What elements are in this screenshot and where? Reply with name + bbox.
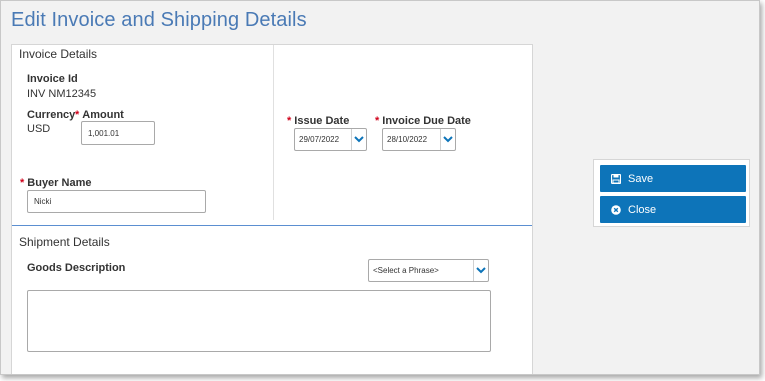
goods-description-textarea[interactable] xyxy=(27,290,491,352)
issue-date-value: 29/07/2022 xyxy=(299,135,340,144)
buyer-name-input[interactable]: Nicki xyxy=(27,190,206,213)
page-title: Edit Invoice and Shipping Details xyxy=(11,9,307,31)
close-circle-icon xyxy=(611,204,621,215)
amount-input[interactable]: 1,001.01 xyxy=(81,121,155,145)
floppy-disk-icon xyxy=(611,173,621,184)
buyer-name-label: * Buyer Name xyxy=(20,177,91,189)
app-window: Edit Invoice and Shipping Details Invoic… xyxy=(0,0,760,375)
required-marker: * xyxy=(20,177,25,189)
phrase-select-value: <Select a Phrase> xyxy=(373,266,439,275)
invoice-id-label: Invoice Id xyxy=(27,73,78,85)
currency-value: USD xyxy=(27,123,51,135)
due-date-value: 28/10/2022 xyxy=(387,135,428,144)
currency-label: Currency xyxy=(27,109,76,121)
buyer-name-value: Nicki xyxy=(34,197,52,206)
goods-description-label: Goods Description xyxy=(27,262,126,274)
invoice-id-value: INV NM12345 xyxy=(27,88,97,100)
form-card: Invoice Details Invoice Id INV NM12345 C… xyxy=(11,44,533,374)
invoice-section-title: Invoice Details xyxy=(19,47,98,61)
shipment-section-title: Shipment Details xyxy=(19,235,110,249)
chevron-down-icon xyxy=(440,129,455,150)
due-date-label: * Invoice Due Date xyxy=(375,115,471,127)
section-divider xyxy=(12,225,532,226)
save-button[interactable]: Save xyxy=(600,165,746,192)
required-marker: * xyxy=(75,109,80,121)
action-panel: Save Close xyxy=(593,159,750,227)
phrase-select[interactable]: <Select a Phrase> xyxy=(368,259,489,282)
amount-label: * Amount xyxy=(75,109,124,121)
issue-date-label: * Issue Date xyxy=(287,115,349,127)
close-button-label: Close xyxy=(628,203,657,216)
save-button-label: Save xyxy=(628,172,654,185)
amount-label-text: Amount xyxy=(82,109,124,121)
required-marker: * xyxy=(375,115,380,127)
due-date-label-text: Invoice Due Date xyxy=(382,115,471,127)
buyer-name-label-text: Buyer Name xyxy=(27,177,92,189)
issue-date-select[interactable]: 29/07/2022 xyxy=(294,128,367,151)
close-button[interactable]: Close xyxy=(600,196,746,223)
amount-input-value: 1,001.01 xyxy=(88,128,120,138)
due-date-select[interactable]: 28/10/2022 xyxy=(382,128,456,151)
column-divider xyxy=(273,45,274,220)
chevron-down-icon xyxy=(351,129,366,150)
required-marker: * xyxy=(287,115,292,127)
chevron-down-icon xyxy=(473,260,488,281)
issue-date-label-text: Issue Date xyxy=(294,115,350,127)
